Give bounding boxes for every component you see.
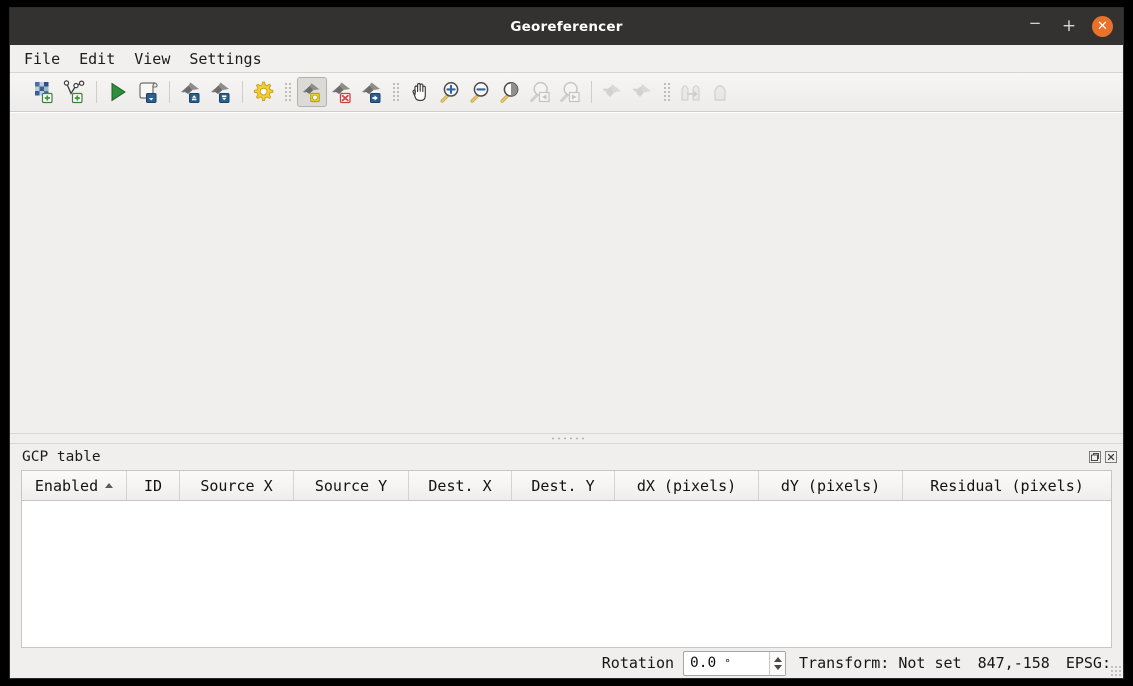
save-gcp-points-icon[interactable] — [206, 77, 236, 107]
dock-buttons — [1088, 451, 1117, 464]
stepper-up-icon[interactable] — [774, 657, 782, 662]
add-point-icon[interactable] — [297, 77, 327, 107]
gcp-table-body[interactable] — [22, 501, 1111, 647]
column-header-residual[interactable]: Residual (pixels) — [903, 471, 1111, 500]
generate-gdal-script-icon[interactable] — [133, 77, 163, 107]
column-header-dy[interactable]: dY (pixels) — [759, 471, 903, 500]
toolbar-separator — [169, 81, 170, 103]
menu-edit[interactable]: Edit — [79, 48, 125, 70]
window-title: Georeferencer — [510, 19, 622, 35]
open-raster-icon[interactable] — [30, 77, 60, 107]
link-qgis-to-georeferencer-icon — [628, 77, 658, 107]
toolbar-separator — [96, 81, 97, 103]
maximize-button[interactable]: + — [1058, 16, 1080, 38]
toolbar-separator — [242, 81, 243, 103]
column-header-dest-x[interactable]: Dest. X — [409, 471, 512, 500]
cursor-coordinates: 847,-158 — [978, 654, 1050, 672]
rotation-stepper[interactable] — [769, 652, 785, 675]
georeferencer-window: Georeferencer − + ✕ File Edit View Setti… — [10, 8, 1123, 678]
screen: Georeferencer − + ✕ File Edit View Setti… — [0, 0, 1133, 686]
status-info: Transform: Not set 847,-158 EPSG: — [799, 654, 1111, 672]
toolbar-grip[interactable] — [284, 81, 292, 103]
resize-grip-icon[interactable] — [1110, 665, 1121, 676]
minimize-button[interactable]: − — [1024, 12, 1046, 41]
sort-ascending-icon — [105, 483, 113, 488]
start-georeferencing-icon[interactable] — [103, 77, 133, 107]
menu-file[interactable]: File — [24, 48, 70, 70]
zoom-next-icon — [555, 77, 585, 107]
epsg-status: EPSG: — [1066, 654, 1111, 672]
column-header-enabled[interactable]: Enabled — [22, 471, 127, 500]
column-header-source-x[interactable]: Source X — [180, 471, 294, 500]
menu-view[interactable]: View — [134, 48, 180, 70]
window-controls: − + ✕ — [1024, 8, 1113, 45]
gcp-table-dock: GCP table — [10, 444, 1123, 648]
gcp-table-dock-titlebar: GCP table — [10, 444, 1123, 470]
statusbar: Rotation 0.0 ° Transform: Not set 847,-1… — [10, 648, 1123, 678]
transform-status: Transform: Not set — [799, 654, 962, 672]
zoom-last-icon — [525, 77, 555, 107]
menubar: File Edit View Settings — [10, 45, 1123, 73]
delete-point-icon[interactable] — [327, 77, 357, 107]
toolbar-separator — [591, 81, 592, 103]
transformation-settings-icon[interactable] — [249, 77, 279, 107]
rotation-unit: ° — [724, 657, 731, 670]
close-button[interactable]: ✕ — [1092, 16, 1113, 37]
toolbar-grip[interactable] — [392, 81, 400, 103]
link-georeferencer-to-qgis-icon — [598, 77, 628, 107]
georeferencer-canvas[interactable] — [10, 112, 1123, 433]
dock-float-icon[interactable] — [1088, 451, 1101, 464]
gcp-table-title: GCP table — [22, 449, 1088, 465]
titlebar: Georeferencer − + ✕ — [10, 8, 1123, 45]
dock-close-icon[interactable] — [1104, 451, 1117, 464]
column-header-dest-y[interactable]: Dest. Y — [512, 471, 615, 500]
zoom-in-icon[interactable] — [435, 77, 465, 107]
pan-icon[interactable] — [405, 77, 435, 107]
column-header-dx[interactable]: dX (pixels) — [615, 471, 759, 500]
load-gcp-points-icon[interactable] — [176, 77, 206, 107]
main-toolbar — [10, 73, 1123, 112]
zoom-to-layer-icon[interactable] — [495, 77, 525, 107]
zoom-out-icon[interactable] — [465, 77, 495, 107]
menu-settings[interactable]: Settings — [189, 48, 271, 70]
full-histogram-stretch-icon — [676, 77, 706, 107]
column-header-source-y[interactable]: Source Y — [294, 471, 409, 500]
panel-splitter[interactable] — [10, 433, 1123, 444]
gcp-table-header: Enabled ID Source X Source Y Dest. X Des… — [22, 471, 1111, 501]
rotation-label: Rotation — [602, 654, 674, 672]
toolbar-grip[interactable] — [663, 81, 671, 103]
rotation-value: 0.0 — [690, 655, 716, 671]
rotation-input[interactable]: 0.0 ° — [684, 652, 769, 675]
rotation-spinbox[interactable]: 0.0 ° — [683, 651, 786, 676]
column-header-id[interactable]: ID — [127, 471, 180, 500]
local-histogram-stretch-icon — [706, 77, 736, 107]
gcp-table[interactable]: Enabled ID Source X Source Y Dest. X Des… — [21, 470, 1112, 648]
splitter-grip-icon — [550, 437, 584, 440]
stepper-down-icon[interactable] — [774, 665, 782, 670]
add-vector-points-icon[interactable] — [60, 77, 90, 107]
move-gcp-point-icon[interactable] — [357, 77, 387, 107]
